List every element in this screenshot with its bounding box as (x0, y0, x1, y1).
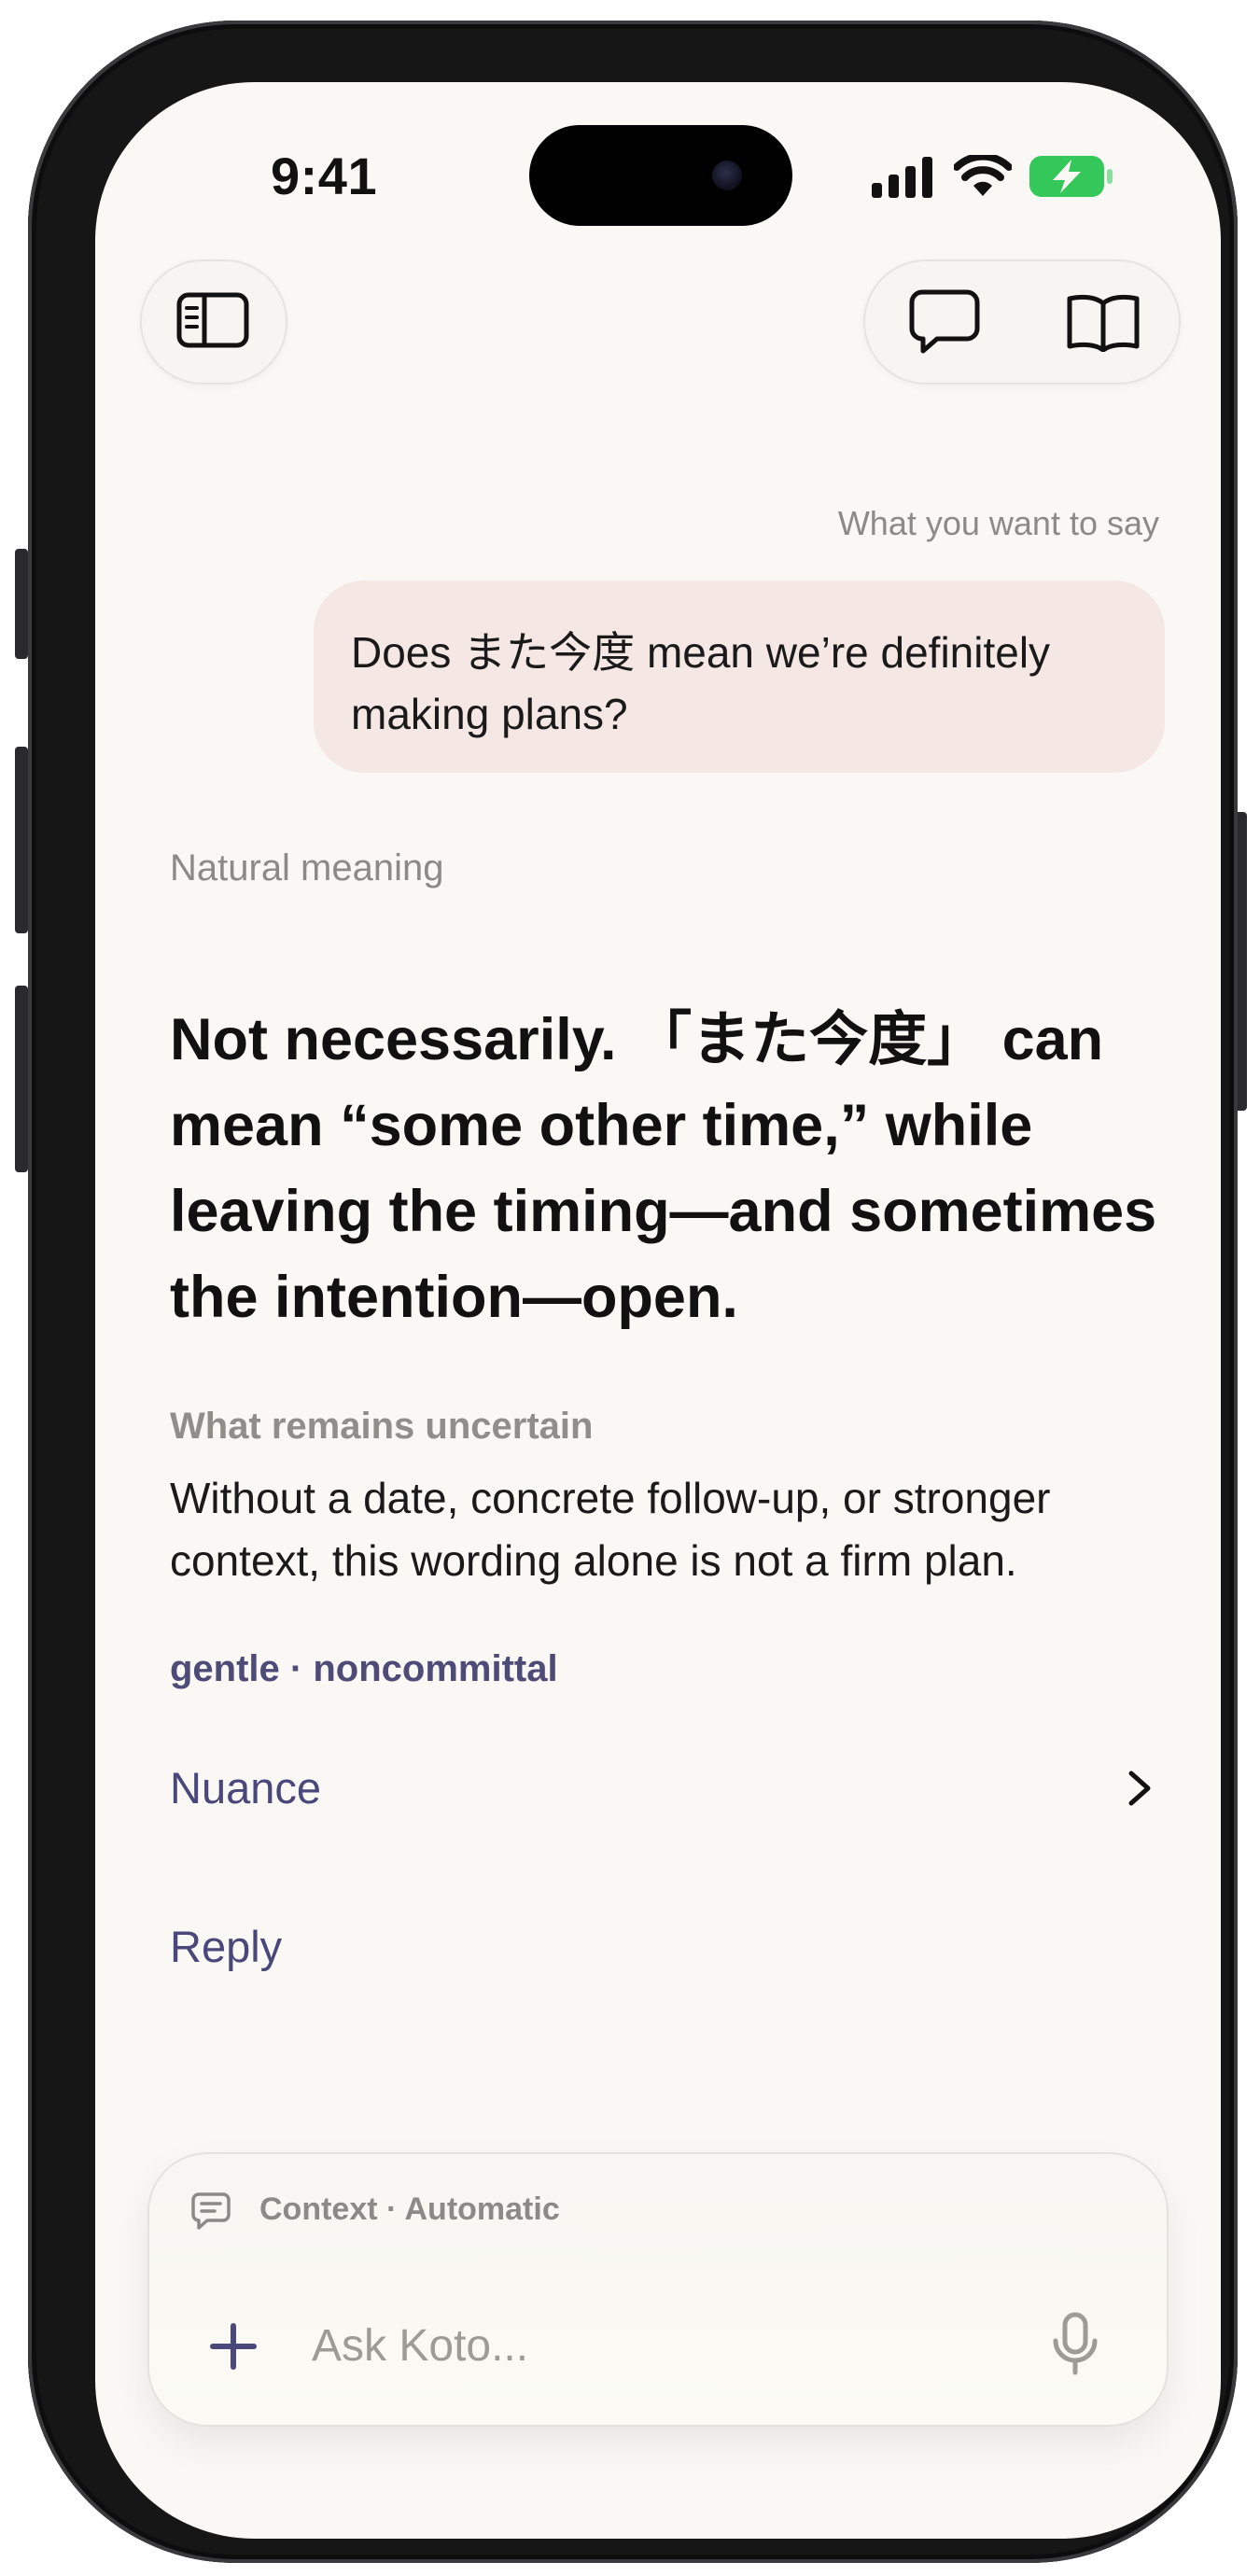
nuance-link[interactable]: Nuance (170, 1762, 321, 1813)
ask-input[interactable] (312, 2313, 965, 2378)
uncertain-section-body: Without a date, concrete follow-up, or s… (170, 1467, 1178, 1592)
chevron-right-icon[interactable] (1126, 1770, 1154, 1807)
composer: Context · Automatic (147, 2152, 1169, 2427)
volume-up-button (15, 747, 28, 933)
uncertain-section-title: What remains uncertain (170, 1406, 594, 1447)
toolbar-right-group (863, 259, 1181, 385)
natural-meaning-label: Natural meaning (170, 847, 444, 889)
book-icon (1067, 294, 1140, 352)
user-message-label: What you want to say (837, 504, 1159, 542)
volume-down-button (15, 986, 28, 1172)
status-time: 9:41 (271, 147, 378, 205)
natural-meaning-answer: Not necessarily. 「また今度」 can mean “some o… (170, 997, 1159, 1340)
action-button (15, 549, 28, 659)
microphone-icon[interactable] (1049, 2311, 1101, 2378)
app-screen: 9:41 What you want to say Does また今度 mean… (95, 82, 1221, 2539)
status-icons (872, 155, 1114, 200)
reply-link[interactable]: Reply (170, 1921, 282, 1972)
battery-charging-icon (1029, 156, 1113, 197)
uncertain-line: context, this wording alone is not a fir… (170, 1536, 1017, 1585)
cellular-signal-icon (872, 157, 932, 198)
phone-frame: 9:41 What you want to say Does また今度 mean… (28, 21, 1238, 2563)
sidebar-toggle-button[interactable] (140, 259, 287, 385)
wifi-icon (954, 155, 1012, 196)
answer-line: mean “some other time,” while (170, 1093, 1033, 1158)
context-label[interactable]: Context · Automatic (259, 2191, 560, 2228)
context-icon (191, 2192, 231, 2230)
user-message-bubble: Does また今度 mean we’re definitely making p… (314, 581, 1165, 773)
chat-bubble-icon (909, 289, 980, 354)
user-message-line: making plans? (351, 690, 628, 738)
add-attachment-button[interactable] (207, 2320, 259, 2373)
answer-line: leaving the timing—and sometimes (170, 1179, 1157, 1244)
conversation-button[interactable] (884, 261, 1005, 383)
answer-line: the intention—open. (170, 1265, 738, 1330)
dictionary-button[interactable] (1043, 261, 1164, 383)
uncertain-line: Without a date, concrete follow-up, or s… (170, 1474, 1051, 1522)
camera-icon (712, 161, 742, 190)
tone-tags: gentle · noncommittal (170, 1648, 558, 1689)
user-message-line: Does また今度 mean we’re definitely (351, 628, 1051, 677)
sidebar-icon (176, 292, 249, 348)
answer-line: Not necessarily. 「また今度」 can (170, 1007, 1104, 1072)
dynamic-island (529, 125, 792, 226)
